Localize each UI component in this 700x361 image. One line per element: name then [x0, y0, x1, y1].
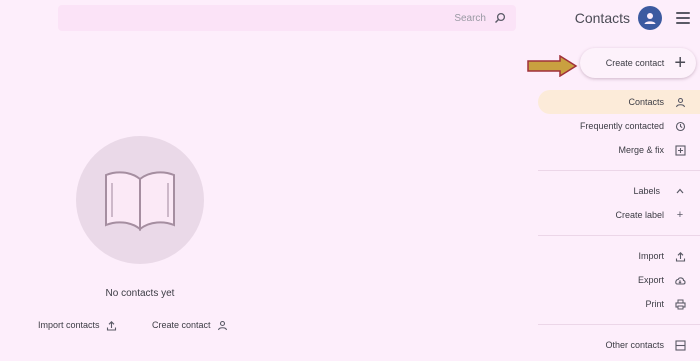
- labels-section-header[interactable]: Labels: [538, 179, 700, 203]
- create-contact-button[interactable]: Create contact +: [580, 48, 696, 78]
- upload-icon: [106, 319, 118, 331]
- cloud-download-icon: [674, 274, 686, 286]
- sidebar-item-label: Other contacts: [605, 340, 664, 350]
- divider: [538, 170, 700, 171]
- avatar[interactable]: [638, 6, 662, 30]
- history-icon: [674, 120, 686, 132]
- divider: [538, 235, 700, 236]
- sidebar: Contacts Frequently contacted Merge & fi…: [538, 90, 700, 357]
- sidebar-item-label: Import: [638, 251, 664, 261]
- sidebar-item-label: Merge & fix: [618, 145, 664, 155]
- create-contact-link[interactable]: Create contact: [152, 318, 229, 332]
- merge-icon: [674, 144, 686, 156]
- person-add-icon: [217, 319, 229, 331]
- sidebar-item-label: Export: [637, 275, 664, 285]
- empty-state-illustration: [76, 136, 204, 264]
- app-title: Contacts: [574, 10, 630, 26]
- printer-icon: [674, 298, 686, 310]
- sidebar-item-label: Print: [645, 299, 664, 309]
- plus-icon: +: [676, 209, 684, 221]
- sidebar-item-export[interactable]: Export: [538, 268, 700, 292]
- search-icon[interactable]: [494, 12, 506, 24]
- sidebar-item-contacts[interactable]: Contacts: [538, 90, 700, 114]
- sidebar-item-print[interactable]: Print: [538, 292, 700, 316]
- search-bar[interactable]: [58, 5, 516, 31]
- sidebar-item-import[interactable]: Import: [538, 244, 700, 268]
- chevron-up-icon[interactable]: [674, 185, 686, 197]
- create-contact-link-label: Create contact: [152, 320, 211, 330]
- plus-icon: +: [674, 52, 686, 74]
- labels-header-text: Labels: [633, 186, 660, 196]
- contacts-app: Contacts Create contact + Contacts Frequ…: [0, 0, 700, 361]
- sidebar-item-merge-fix[interactable]: Merge & fix: [538, 138, 700, 162]
- hamburger-menu-icon[interactable]: [676, 12, 690, 24]
- empty-state-message: No contacts yet: [105, 288, 175, 299]
- book-icon: [105, 171, 175, 232]
- upload-icon: [674, 250, 686, 262]
- app-header: Contacts: [524, 0, 700, 36]
- other-contacts-icon: [674, 339, 686, 351]
- sidebar-item-label: Create label: [615, 210, 664, 220]
- sidebar-item-other-contacts[interactable]: Other contacts: [538, 333, 700, 357]
- sidebar-item-label: Frequently contacted: [579, 121, 664, 131]
- sidebar-item-label: Contacts: [628, 97, 664, 107]
- sidebar-item-frequently-contacted[interactable]: Frequently contacted: [538, 114, 700, 138]
- import-contacts-link[interactable]: Import contacts: [38, 318, 118, 332]
- sidebar-item-create-label[interactable]: Create label +: [538, 203, 700, 227]
- import-contacts-label: Import contacts: [38, 320, 100, 330]
- person-icon: [644, 13, 656, 24]
- person-icon: [674, 96, 686, 108]
- create-contact-label: Create contact: [605, 58, 665, 68]
- arrow-icon: [527, 55, 578, 77]
- search-input[interactable]: [286, 12, 486, 24]
- divider: [538, 324, 700, 325]
